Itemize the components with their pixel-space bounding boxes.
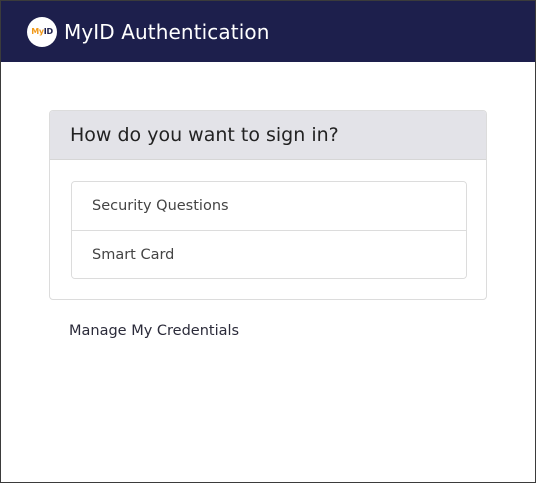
- myid-logo-icon: My ID: [27, 16, 57, 47]
- signin-card: How do you want to sign in? Security Que…: [49, 110, 487, 300]
- logo-text-id: ID: [43, 27, 53, 36]
- auth-window: My ID MyID Authentication How do you want…: [0, 0, 536, 483]
- logo-text-my: My: [31, 27, 44, 36]
- signin-options-list: Security Questions Smart Card: [71, 181, 467, 279]
- signin-option-smart-card[interactable]: Smart Card: [72, 230, 466, 278]
- signin-card-header: How do you want to sign in?: [50, 111, 486, 160]
- app-header: My ID MyID Authentication: [1, 1, 535, 62]
- signin-option-security-questions[interactable]: Security Questions: [72, 182, 466, 230]
- manage-credentials-link[interactable]: Manage My Credentials: [69, 323, 239, 339]
- app-title: MyID Authentication: [64, 19, 270, 44]
- signin-heading: How do you want to sign in?: [70, 124, 339, 146]
